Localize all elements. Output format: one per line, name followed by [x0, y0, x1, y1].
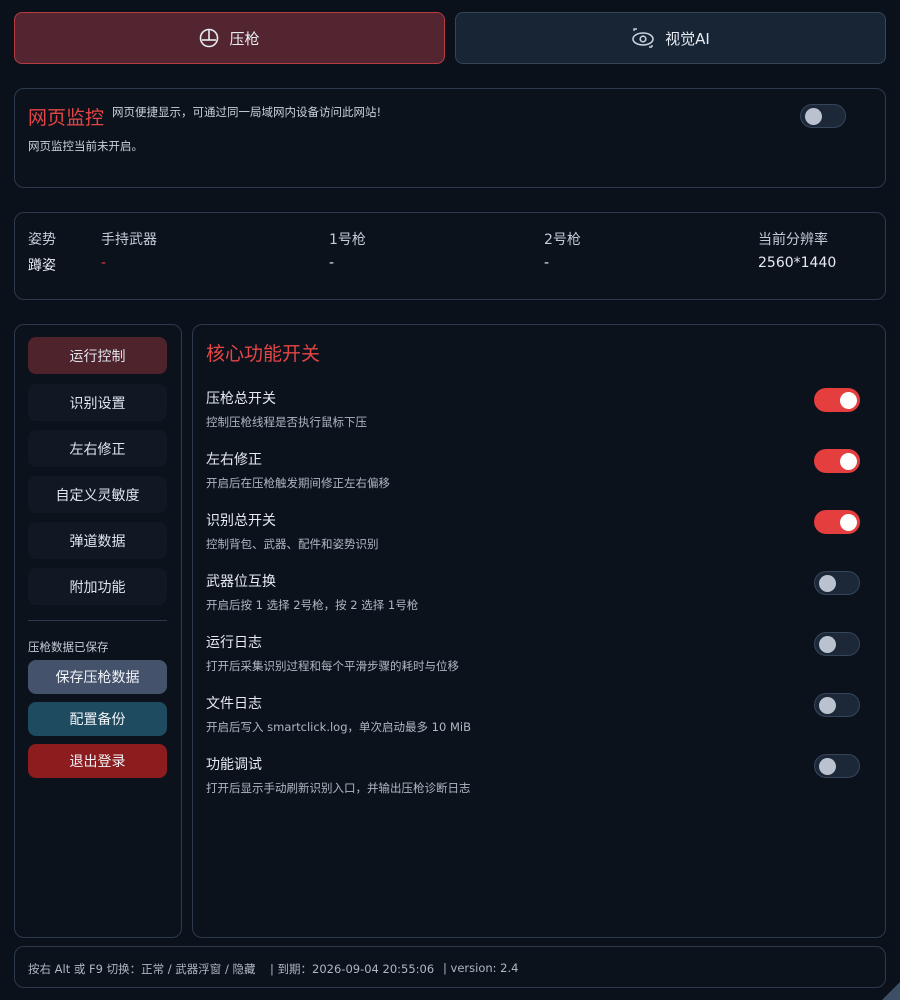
gun1-label: 1号枪: [329, 232, 366, 248]
web-monitor-title: 网页监控: [28, 107, 105, 129]
resolution-label: 当前分辨率: [758, 232, 828, 248]
feature-description: 控制压枪线程是否执行鼠标下压: [206, 415, 367, 429]
feature-description: 打开后采集识别过程和每个平滑步骤的耗时与位移: [206, 659, 459, 673]
crosshair-icon: [199, 28, 219, 48]
resize-grip[interactable]: [882, 982, 900, 1000]
toggle-knob: [819, 575, 836, 592]
weapon-value: -: [101, 255, 107, 271]
sidebar-item-lr-correction[interactable]: 左右修正: [28, 430, 167, 467]
sidebar-item-recognition-settings[interactable]: 识别设置: [28, 384, 167, 421]
feature-name: 功能调试: [206, 757, 262, 773]
toggle-knob: [840, 513, 857, 531]
save-status-note: 压枪数据已保存: [28, 640, 109, 654]
hotkey-text: 按右 Alt 或 F9 切换：正常 / 武器浮窗 / 隐藏: [28, 962, 256, 976]
sidebar-divider: [28, 620, 167, 621]
feature-description: 控制背包、武器、配件和姿势识别: [206, 537, 379, 551]
feature-description: 打开后显示手动刷新识别入口，并输出压枪诊断日志: [206, 781, 471, 795]
toggle-knob: [819, 758, 836, 775]
feature-name: 压枪总开关: [206, 391, 276, 407]
recognition-master-toggle[interactable]: [814, 510, 860, 534]
posture-label: 姿势: [28, 232, 56, 248]
web-monitor-status: 网页监控当前未开启。: [28, 139, 143, 153]
toggle-knob: [819, 636, 836, 653]
lr-correction-toggle[interactable]: [814, 449, 860, 473]
footer-bar: 按右 Alt 或 F9 切换：正常 / 武器浮窗 / 隐藏 | 到期：2026-…: [14, 946, 886, 988]
footer-expiry: | 到期：2026-09-04 20:55:06: [270, 962, 435, 976]
footer-hotkey-hint: 按右 Alt 或 F9 切换：正常 / 武器浮窗 / 隐藏: [28, 961, 256, 977]
config-backup-button[interactable]: 配置备份: [28, 702, 167, 736]
core-switches-panel: 核心功能开关 压枪总开关 控制压枪线程是否执行鼠标下压 左右修正 开启后在压枪触…: [192, 324, 886, 938]
gun2-value: -: [544, 255, 550, 271]
recoil-master-toggle[interactable]: [814, 388, 860, 412]
sidebar-item-extra-features[interactable]: 附加功能: [28, 568, 167, 605]
feature-name: 武器位互换: [206, 574, 276, 590]
feature-description: 开启后在压枪触发期间修正左右偏移: [206, 476, 390, 490]
toggle-knob: [840, 391, 857, 409]
posture-value: 蹲姿: [28, 258, 56, 274]
web-monitor-toggle[interactable]: [800, 104, 846, 128]
feature-description: 开启后按 1 选择 2号枪，按 2 选择 1号枪: [206, 598, 419, 612]
sidebar: 运行控制 识别设置 左右修正 自定义灵敏度 弹道数据 附加功能 压枪数据已保存 …: [14, 324, 182, 938]
tab-vision-ai[interactable]: 视觉AI: [455, 12, 886, 64]
tab-recoil[interactable]: 压枪: [14, 12, 445, 64]
feature-name: 识别总开关: [206, 513, 276, 529]
eye-ai-icon: [631, 27, 655, 49]
feature-name: 文件日志: [206, 696, 262, 712]
feature-name: 运行日志: [206, 635, 262, 651]
weapon-label: 手持武器: [101, 232, 157, 248]
logout-button[interactable]: 退出登录: [28, 744, 167, 778]
sidebar-item-run-control[interactable]: 运行控制: [28, 337, 167, 374]
toggle-knob: [819, 697, 836, 714]
gun1-value: -: [329, 255, 335, 271]
sidebar-item-custom-sensitivity[interactable]: 自定义灵敏度: [28, 476, 167, 513]
debug-toggle[interactable]: [814, 754, 860, 778]
feature-name: 左右修正: [206, 452, 262, 468]
tab-recoil-label: 压枪: [229, 29, 260, 48]
feature-description: 开启后写入 smartclick.log，单次启动最多 10 MiB: [206, 720, 471, 734]
weapon-swap-toggle[interactable]: [814, 571, 860, 595]
toggle-knob: [805, 108, 822, 125]
web-monitor-description: 网页便捷显示，可通过同一局域网内设备访问此网站!: [112, 105, 382, 119]
footer-version: | version: 2.4: [443, 961, 519, 975]
toggle-knob: [840, 452, 857, 470]
run-log-toggle[interactable]: [814, 632, 860, 656]
status-card: 姿势 手持武器 1号枪 2号枪 当前分辨率 蹲姿 - - - 2560*1440: [14, 212, 886, 300]
resolution-value: 2560*1440: [758, 255, 837, 271]
tab-vision-ai-label: 视觉AI: [665, 29, 710, 48]
save-recoil-data-button[interactable]: 保存压枪数据: [28, 660, 167, 694]
sidebar-item-ballistics-data[interactable]: 弹道数据: [28, 522, 167, 559]
web-monitor-card: 网页监控 网页便捷显示，可通过同一局域网内设备访问此网站! 网页监控当前未开启。: [14, 88, 886, 188]
panel-title: 核心功能开关: [206, 343, 321, 365]
file-log-toggle[interactable]: [814, 693, 860, 717]
gun2-label: 2号枪: [544, 232, 581, 248]
